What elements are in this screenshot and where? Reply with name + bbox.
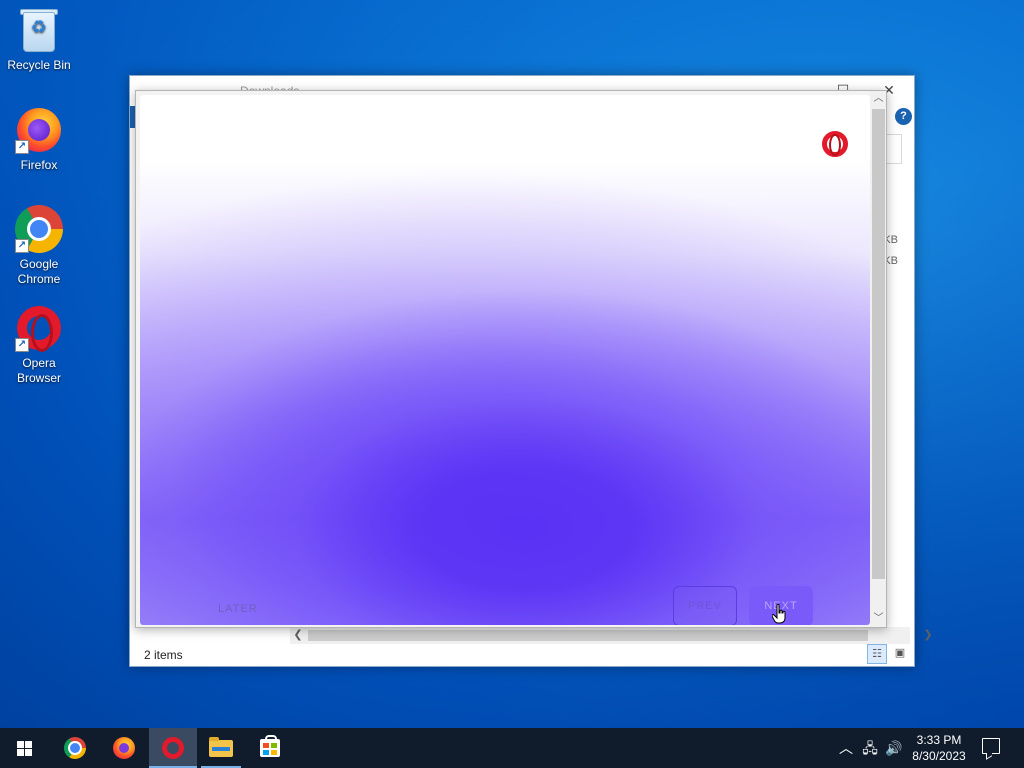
taskbar-firefox-button[interactable] [100,728,148,768]
shortcut-arrow-icon: ↗ [15,140,29,154]
desktop-icon-chrome[interactable]: ↗ Google Chrome [4,205,74,287]
volume-icon[interactable]: 🔊 [884,738,904,758]
later-button[interactable]: LATER [218,603,258,615]
desktop-icon-label: Recycle Bin [7,58,71,72]
shortcut-arrow-icon: ↗ [15,239,29,253]
taskbar-opera-button[interactable] [149,728,197,768]
scrollbar-thumb[interactable] [872,109,885,579]
desktop-icon-label: Google Chrome [17,257,61,286]
start-button[interactable] [0,728,48,768]
opera-icon: ↗ [15,304,63,352]
prev-button[interactable]: PREV [673,586,737,625]
shortcut-arrow-icon: ↗ [15,338,29,352]
scrollbar-thumb[interactable] [308,630,868,641]
desktop-icon-opera[interactable]: ↗ Opera Browser [4,304,74,386]
status-bar-item-count: 2 items [144,648,183,662]
desktop-icon-label: Firefox [20,158,58,172]
show-hidden-icons-chevron-icon[interactable]: ︿ [838,738,854,758]
large-icons-view-icon[interactable]: ▣ [890,644,910,664]
opera-logo-icon [822,131,848,157]
scroll-left-icon[interactable]: ❮ [290,627,306,644]
desktop-icon-label: Opera Browser [16,356,61,385]
scroll-right-icon[interactable]: ❯ [920,627,936,644]
windows-logo-icon [17,741,32,756]
taskbar-file-explorer-button[interactable] [197,728,245,768]
welcome-panel: LATER PREV NEXT [140,95,870,625]
clock-time: 3:33 PM [916,733,962,747]
vertical-scrollbar[interactable]: ︿ ﹀ [870,91,886,627]
opera-welcome-dialog: LATER PREV NEXT ︿ ﹀ [135,90,887,628]
chrome-icon [64,737,86,759]
hand-cursor-icon [772,604,786,624]
taskbar-chrome-button[interactable] [51,728,99,768]
taskbar-clock[interactable]: 3:33 PM 8/30/2023 [906,732,972,764]
network-icon[interactable]: 🖧 [860,738,880,758]
chrome-icon: ↗ [15,205,63,253]
horizontal-scrollbar[interactable]: ❮ ❯ [290,627,933,644]
details-view-icon[interactable]: ☷ [867,644,887,664]
scroll-down-icon[interactable]: ﹀ [870,611,886,627]
desktop-icon-recycle-bin[interactable]: ♻ Recycle Bin [4,6,74,73]
help-icon[interactable]: ? [895,108,912,125]
recycle-bin-icon: ♻ [15,6,63,54]
store-bag-icon [260,735,280,757]
opera-icon [162,737,184,759]
action-center-icon[interactable] [982,738,1000,754]
clock-date: 8/30/2023 [912,749,966,763]
scroll-up-icon[interactable]: ︿ [870,91,886,107]
firefox-icon [113,737,135,759]
taskbar-store-button[interactable] [246,728,294,768]
firefox-icon: ↗ [15,106,63,154]
taskbar: ︿ 🖧 🔊 3:33 PM 8/30/2023 [0,728,1024,768]
desktop-icon-firefox[interactable]: ↗ Firefox [4,106,74,173]
folder-icon [209,737,233,757]
